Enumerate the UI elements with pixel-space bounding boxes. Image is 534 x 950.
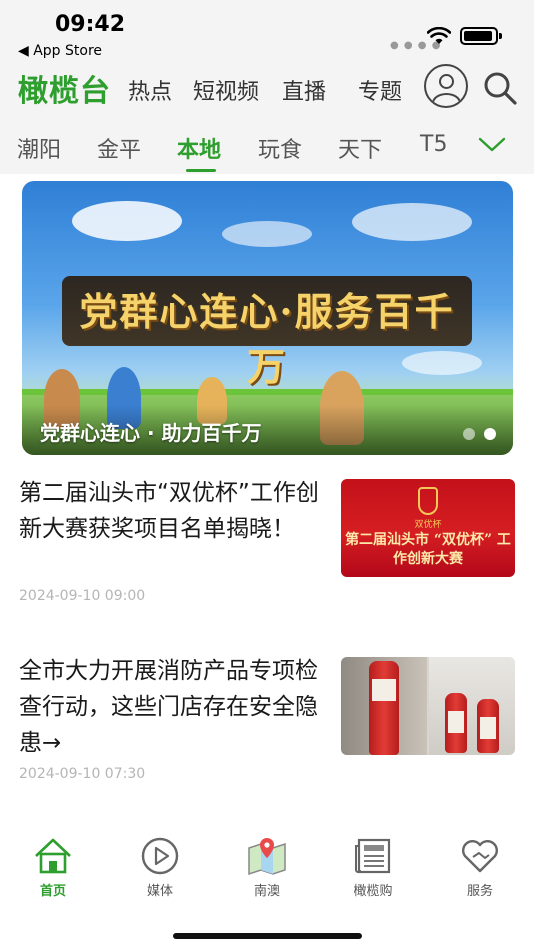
fire-extinguisher-image bbox=[477, 699, 499, 753]
newspaper-icon bbox=[355, 838, 391, 874]
battery-icon bbox=[460, 27, 502, 45]
tab-food[interactable]: 玩食 bbox=[258, 132, 302, 164]
news-thumbnail[interactable]: 双优杯 第二届汕头市 “双优杯” 工作创新大赛 bbox=[341, 479, 515, 577]
tabbar-label: 首页 bbox=[39, 884, 66, 899]
tabbar-nanao[interactable]: 南澳 bbox=[227, 836, 307, 899]
nav-topics[interactable]: 专题 bbox=[358, 74, 402, 106]
thumbnail-logo-text: 双优杯 bbox=[414, 520, 442, 530]
thumbnail-title: 第二届汕头市 “双优杯” 工作创新大赛 bbox=[345, 532, 511, 567]
tabbar-home[interactable]: 首页 bbox=[13, 836, 93, 899]
banner-caption: 党群心连心 · 助力百千万 bbox=[40, 421, 262, 445]
news-item[interactable]: 全市大力开展消防产品专项检查行动，这些门店存在安全隐患→ 2024-09-10 … bbox=[0, 653, 534, 793]
map-icon bbox=[248, 838, 286, 876]
tabbar-label: 橄榄购 bbox=[353, 884, 393, 899]
tab-local[interactable]: 本地 bbox=[177, 132, 221, 164]
news-date: 2024-09-10 07:30 bbox=[19, 766, 146, 782]
back-to-app-store[interactable]: ◀ App Store bbox=[18, 43, 102, 59]
top-navigation: 橄榄台 热点 短视频 直播 专题 bbox=[0, 62, 534, 117]
bottom-tab-bar: 首页 媒体 南澳 橄榄购 服务 bbox=[0, 830, 534, 950]
status-time: 09:42 bbox=[55, 12, 126, 37]
news-item[interactable]: 第二届汕头市“双优杯”工作创新大赛获奖项目名单揭晓！ 2024-09-10 09… bbox=[0, 475, 534, 615]
home-icon bbox=[35, 838, 71, 874]
heart-icon bbox=[462, 840, 498, 873]
tab-chaoyang[interactable]: 潮阳 bbox=[17, 132, 61, 164]
nav-live[interactable]: 直播 bbox=[282, 74, 326, 106]
tabbar-shop[interactable]: 橄榄购 bbox=[333, 836, 413, 899]
trophy-logo-icon bbox=[418, 487, 438, 515]
news-date: 2024-09-10 09:00 bbox=[19, 588, 146, 604]
cloud-decoration bbox=[352, 203, 472, 241]
channel-tabs: 潮阳 金平 本地 玩食 天下 T5 bbox=[0, 117, 534, 174]
wifi-icon bbox=[427, 27, 451, 44]
tab-jinping[interactable]: 金平 bbox=[97, 132, 141, 164]
photo-panel bbox=[341, 657, 427, 755]
brand-logo[interactable]: 橄榄台 bbox=[18, 66, 111, 110]
tab-world[interactable]: 天下 bbox=[338, 132, 382, 164]
cloud-decoration bbox=[222, 221, 312, 247]
user-icon[interactable] bbox=[424, 64, 468, 108]
search-icon[interactable] bbox=[482, 70, 518, 106]
tabbar-label: 服务 bbox=[466, 884, 493, 899]
home-indicator[interactable] bbox=[173, 933, 362, 939]
photo-panel bbox=[429, 657, 515, 755]
chevron-down-icon[interactable] bbox=[478, 135, 506, 153]
news-thumbnail[interactable] bbox=[341, 657, 515, 755]
tabbar-label: 媒体 bbox=[146, 884, 173, 899]
active-tab-indicator bbox=[186, 169, 216, 172]
news-title[interactable]: 第二届汕头市“双优杯”工作创新大赛获奖项目名单揭晓！ bbox=[19, 475, 319, 547]
status-bar: 09:42 ◀ App Store ● ● ● ● bbox=[0, 0, 534, 62]
nav-short-video[interactable]: 短视频 bbox=[193, 74, 259, 106]
featured-banner[interactable]: 党群心连心·服务百千万 党群心连心 · 助力百千万 bbox=[22, 181, 513, 455]
nav-hot[interactable]: 热点 bbox=[128, 74, 172, 106]
carousel-dot[interactable] bbox=[463, 428, 475, 440]
tab-t5[interactable]: T5 bbox=[420, 132, 447, 157]
tabbar-label: 南澳 bbox=[253, 884, 280, 899]
fire-extinguisher-image bbox=[369, 661, 399, 755]
news-title[interactable]: 全市大力开展消防产品专项检查行动，这些门店存在安全隐患→ bbox=[19, 653, 319, 761]
tabbar-services[interactable]: 服务 bbox=[440, 836, 520, 899]
play-icon bbox=[141, 837, 179, 875]
carousel-dot-active[interactable] bbox=[484, 428, 496, 440]
tabbar-media[interactable]: 媒体 bbox=[120, 836, 200, 899]
fire-extinguisher-image bbox=[445, 693, 467, 753]
cloud-decoration bbox=[72, 201, 182, 241]
